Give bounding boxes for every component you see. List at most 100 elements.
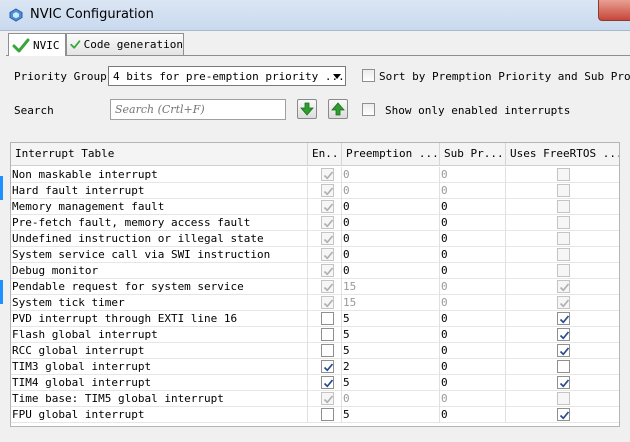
enabled-checkbox[interactable] — [321, 312, 334, 325]
sub-priority-cell[interactable]: 0 — [440, 215, 506, 231]
enabled-checkbox[interactable] — [321, 328, 334, 341]
priority-group-select[interactable]: 4 bits for pre-emption priority ... — [108, 66, 346, 86]
table-row[interactable]: Non maskable interrupt 0 0 — [11, 167, 619, 183]
table-row[interactable]: FPU global interrupt 5 0 — [11, 407, 619, 423]
sort-checkbox[interactable] — [362, 69, 375, 82]
sub-priority-cell[interactable]: 0 — [440, 199, 506, 215]
preemption-priority-cell[interactable]: 2 — [342, 359, 440, 375]
freertos-cell — [506, 327, 619, 343]
find-next-button[interactable] — [297, 99, 317, 119]
table-row[interactable]: Undefined instruction or illegal state 0 0 — [11, 231, 619, 247]
preemption-value: 5 — [343, 376, 350, 389]
preemption-priority-cell[interactable]: 5 — [342, 311, 440, 327]
enabled-checkbox[interactable] — [321, 344, 334, 357]
column-header-preemption[interactable]: Preemption ... — [342, 143, 440, 165]
preemption-value: 5 — [343, 344, 350, 357]
enabled-checkbox[interactable] — [321, 376, 334, 389]
sub-priority-value: 0 — [441, 264, 448, 277]
preemption-priority-cell[interactable]: 0 — [342, 247, 440, 263]
preemption-priority-cell[interactable]: 5 — [342, 375, 440, 391]
preemption-priority-cell[interactable]: 5 — [342, 343, 440, 359]
freertos-checkbox[interactable] — [557, 376, 570, 389]
table-row[interactable]: Time base: TIM5 global interrupt 0 0 — [11, 391, 619, 407]
sub-priority-cell[interactable]: 0 — [440, 407, 506, 423]
freertos-checkbox — [557, 392, 570, 405]
freertos-checkbox — [557, 248, 570, 261]
table-row[interactable]: TIM3 global interrupt 2 0 — [11, 359, 619, 375]
preemption-priority-cell: 0 — [342, 167, 440, 183]
table-row[interactable]: TIM4 global interrupt 5 0 — [11, 375, 619, 391]
column-header-interrupt[interactable]: Interrupt Table — [11, 143, 308, 165]
sub-priority-cell[interactable]: 0 — [440, 231, 506, 247]
table-row[interactable]: RCC global interrupt 5 0 — [11, 343, 619, 359]
tab-nvic[interactable]: NVIC — [8, 33, 66, 56]
column-header-freertos[interactable]: Uses FreeRTOS ... — [506, 143, 619, 165]
column-header-enabled[interactable]: En... — [308, 143, 342, 165]
sub-priority-cell: 0 — [440, 167, 506, 183]
arrow-up-icon — [331, 102, 345, 116]
priority-group-label: Priority Group — [14, 70, 107, 83]
enabled-cell — [308, 231, 342, 247]
preemption-value: 0 — [343, 200, 350, 213]
table-row[interactable]: Pre-fetch fault, memory access fault 0 0 — [11, 215, 619, 231]
sub-priority-cell[interactable]: 0 — [440, 247, 506, 263]
enabled-cell — [308, 327, 342, 343]
sub-priority-value: 0 — [441, 184, 448, 197]
table-row[interactable]: Memory management fault 0 0 — [11, 199, 619, 215]
freertos-checkbox[interactable] — [557, 360, 570, 373]
preemption-priority-cell[interactable]: 5 — [342, 407, 440, 423]
preemption-priority-cell[interactable]: 0 — [342, 263, 440, 279]
show-enabled-checkbox[interactable] — [362, 103, 375, 116]
table-row[interactable]: Pendable request for system service 15 0 — [11, 279, 619, 295]
sub-priority-value: 0 — [441, 168, 448, 181]
window-close-button[interactable] — [598, 0, 630, 21]
preemption-priority-cell[interactable]: 0 — [342, 199, 440, 215]
freertos-checkbox — [557, 296, 570, 309]
preemption-priority-cell[interactable]: 0 — [342, 231, 440, 247]
preemption-priority-cell[interactable]: 0 — [342, 215, 440, 231]
tab-code-generation[interactable]: Code generation — [66, 33, 184, 55]
sub-priority-cell[interactable]: 0 — [440, 359, 506, 375]
enabled-cell — [308, 295, 342, 311]
freertos-cell — [506, 183, 619, 199]
sub-priority-cell[interactable]: 0 — [440, 263, 506, 279]
sub-priority-value: 0 — [441, 312, 448, 325]
sub-priority-cell[interactable]: 0 — [440, 327, 506, 343]
sub-priority-cell[interactable]: 0 — [440, 311, 506, 327]
sub-priority-cell[interactable]: 0 — [440, 343, 506, 359]
preemption-value: 0 — [343, 232, 350, 245]
freertos-checkbox[interactable] — [557, 344, 570, 357]
table-row[interactable]: System tick timer 15 0 — [11, 295, 619, 311]
interrupt-name-cell: System service call via SWI instruction — [11, 247, 308, 263]
interrupt-name-cell: Time base: TIM5 global interrupt — [11, 391, 308, 407]
table-row[interactable]: Debug monitor 0 0 — [11, 263, 619, 279]
priority-group-value: 4 bits for pre-emption priority ... — [113, 70, 345, 83]
enabled-checkbox[interactable] — [321, 360, 334, 373]
search-input[interactable] — [110, 99, 286, 120]
sub-priority-cell[interactable]: 0 — [440, 375, 506, 391]
interrupt-name-cell: Pendable request for system service — [11, 279, 308, 295]
preemption-priority-cell[interactable]: 5 — [342, 327, 440, 343]
enabled-checkbox[interactable] — [321, 408, 334, 421]
freertos-checkbox — [557, 216, 570, 229]
freertos-checkbox[interactable] — [557, 408, 570, 421]
table-row[interactable]: Flash global interrupt 5 0 — [11, 327, 619, 343]
enabled-checkbox — [321, 296, 334, 309]
table-row[interactable]: Hard fault interrupt 0 0 — [11, 183, 619, 199]
interrupt-name-cell: Memory management fault — [11, 199, 308, 215]
enabled-cell — [308, 215, 342, 231]
table-row[interactable]: System service call via SWI instruction 0… — [11, 247, 619, 263]
freertos-checkbox[interactable] — [557, 312, 570, 325]
column-header-sub-priority[interactable]: Sub Pr... — [440, 143, 506, 165]
show-enabled-label: Show only enabled interrupts — [385, 104, 571, 117]
search-label: Search — [14, 104, 54, 117]
interrupt-table: Interrupt Table En... Preemption ... Sub… — [10, 142, 620, 427]
freertos-cell — [506, 215, 619, 231]
enabled-checkbox — [321, 280, 334, 293]
enabled-cell — [308, 359, 342, 375]
table-row[interactable]: PVD interrupt through EXTI line 16 5 0 — [11, 311, 619, 327]
freertos-checkbox[interactable] — [557, 328, 570, 341]
find-previous-button[interactable] — [328, 99, 348, 119]
interrupt-name-cell: Non maskable interrupt — [11, 167, 308, 183]
interrupt-name-cell: Hard fault interrupt — [11, 183, 308, 199]
